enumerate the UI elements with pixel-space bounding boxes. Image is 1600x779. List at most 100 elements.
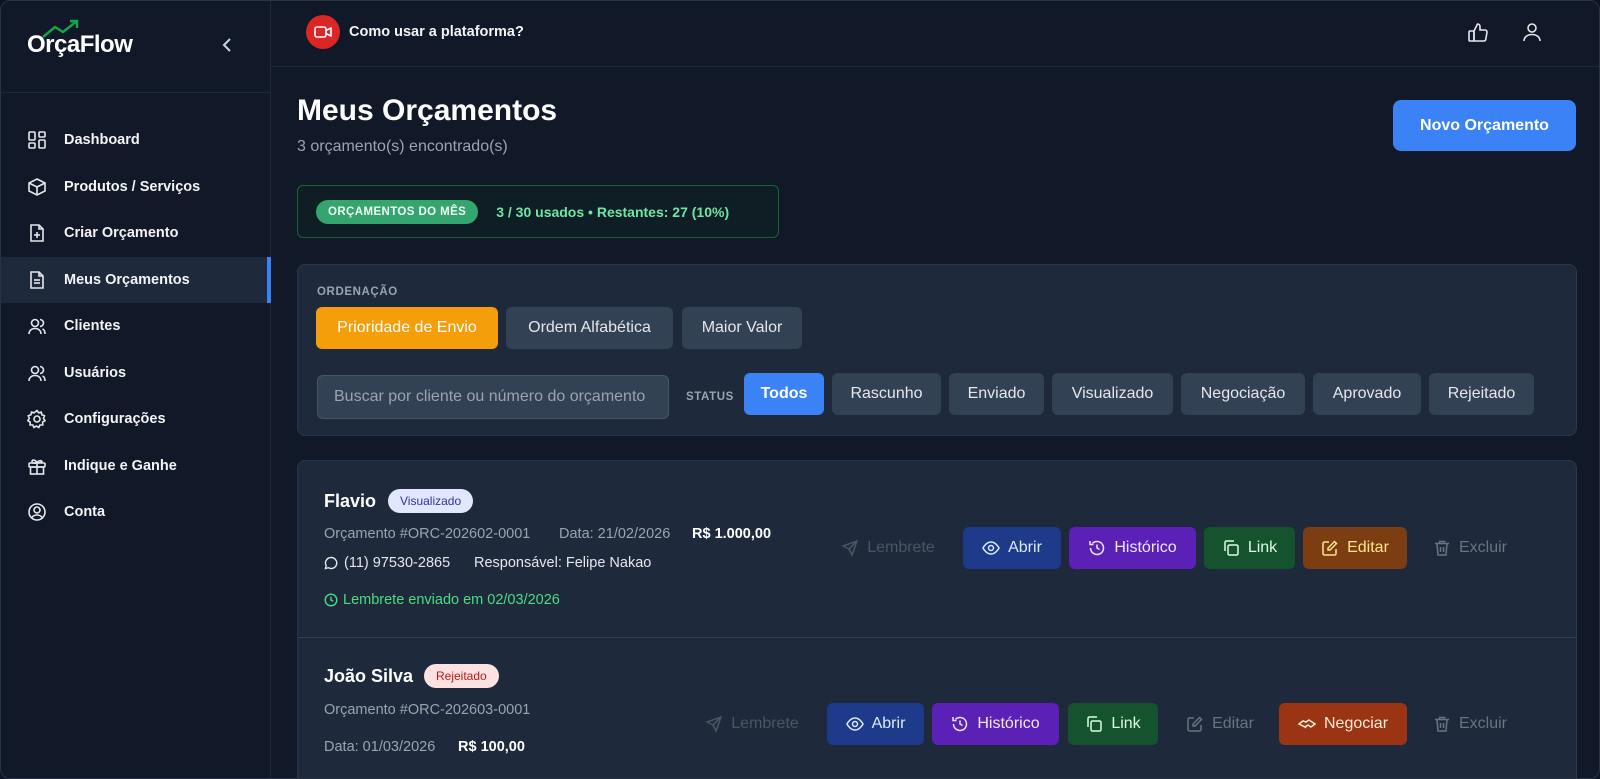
main-content: Meus Orçamentos 3 orçamento(s) encontrad… [271,67,1599,778]
delete-label: Excluir [1458,539,1507,556]
open-label: Abrir [1008,539,1042,556]
status-filter-enviado[interactable]: Enviado [949,373,1044,415]
send-icon [705,715,723,733]
file-text-icon [27,270,47,290]
video-tutorial-button[interactable] [306,15,340,49]
users-icon [27,316,47,336]
eye-icon [845,717,864,731]
status-filter-rascunho[interactable]: Rascunho [832,373,941,415]
sort-alphabetical-button[interactable]: Ordem Alfabética [506,307,673,349]
message-circle-icon [324,556,338,570]
negotiate-label: Negociar [1323,715,1389,732]
page-title: Meus Orçamentos [297,94,558,127]
edit-label: Editar [1347,539,1389,556]
edit-icon [1187,716,1203,732]
sort-label: ORDENAÇÃO [317,286,398,298]
sidebar-item-label: Meus Orçamentos [64,271,190,288]
sidebar-item-label: Configurações [64,411,166,428]
sidebar-item-configuracoes[interactable]: Configurações [1,396,271,443]
client-name[interactable]: João Silva [324,666,413,687]
status-filter-visualizado[interactable]: Visualizado [1052,373,1173,415]
video-camera-icon [314,26,332,38]
reminder-sent-info: Lembrete enviado em 02/03/2026 [324,592,560,608]
status-filter-negociacao[interactable]: Negociação [1181,373,1305,415]
sort-priority-button[interactable]: Prioridade de Envio [316,307,498,349]
handshake-icon [1297,719,1316,729]
sidebar-item-usuarios[interactable]: Usuários [1,350,271,397]
sidebar-item-conta[interactable]: Conta [1,489,271,536]
reminder-label: Lembrete [731,715,799,732]
status-label: STATUS [686,391,734,403]
open-button[interactable]: Abrir [827,703,924,745]
send-icon [841,539,859,557]
results-count: 3 orçamento(s) encontrado(s) [297,138,508,155]
brand: OrçaFlow [1,1,270,93]
status-filter-todos[interactable]: Todos [744,373,824,415]
sidebar-item-indique[interactable]: Indique e Ganhe [1,443,271,490]
reminder-button[interactable]: Lembrete [692,703,812,745]
history-button[interactable]: Histórico [1069,527,1196,569]
status-filter-aprovado[interactable]: Aprovado [1313,373,1421,415]
user-icon[interactable] [1521,21,1543,43]
sidebar-item-produtos[interactable]: Produtos / Serviços [1,164,271,211]
logo[interactable]: OrçaFlow [27,31,133,59]
trash-icon [1434,716,1449,732]
new-quote-button[interactable]: Novo Orçamento [1393,100,1576,151]
status-badge: Rejeitado [424,664,499,688]
quota-badge: ORÇAMENTOS DO MÊS [316,199,479,224]
delete-label: Excluir [1458,715,1507,732]
quote-card: João Silva Rejeitado Orçamento #ORC-2026… [298,637,1576,778]
sort-highest-value-button[interactable]: Maior Valor [682,307,802,349]
sidebar-item-meus-orcamentos[interactable]: Meus Orçamentos [1,256,271,303]
sidebar: OrçaFlow Dashboard Produtos / Serviços C… [1,1,271,778]
chevron-left-icon[interactable] [219,35,235,55]
history-label: Histórico [1114,539,1177,556]
edit-button[interactable]: Editar [1303,527,1407,569]
edit-label: Editar [1212,715,1254,732]
quote-number: Orçamento #ORC-202603-0001 [324,702,531,718]
history-icon [952,716,968,732]
reminder-label: Lembrete [867,539,935,556]
trash-icon [1434,540,1449,556]
quote-value: R$ 100,00 [458,739,525,755]
quotes-list: Flavio Visualizado Orçamento #ORC-202602… [297,460,1577,778]
topbar: Como usar a plataforma? [271,1,1599,67]
help-link[interactable]: Como usar a plataforma? [349,24,524,40]
reminder-button[interactable]: Lembrete [828,527,948,569]
file-plus-icon [27,223,47,243]
edit-icon [1322,540,1338,556]
negotiate-button[interactable]: Negociar [1279,703,1407,745]
edit-button[interactable]: Editar [1173,703,1267,745]
link-button[interactable]: Link [1068,703,1158,745]
clock-icon [324,593,338,607]
sidebar-item-clientes[interactable]: Clientes [1,303,271,350]
delete-button[interactable]: Excluir [1422,527,1518,569]
client-phone[interactable]: (11) 97530-2865 [344,555,450,571]
box-icon [27,177,47,197]
link-label: Link [1111,715,1141,732]
quote-date: Data: 01/03/2026 [324,739,436,755]
link-button[interactable]: Link [1204,527,1295,569]
sidebar-item-label: Clientes [64,318,121,335]
status-badge: Visualizado [388,489,474,513]
delete-button[interactable]: Excluir [1422,703,1518,745]
quote-card: Flavio Visualizado Orçamento #ORC-202602… [298,461,1576,637]
eye-icon [982,541,1000,555]
thumbs-up-icon[interactable] [1467,21,1489,43]
search-input[interactable] [317,375,669,419]
gift-icon [27,456,47,476]
monthly-quota-banner: ORÇAMENTOS DO MÊS 3 / 30 usados • Restan… [297,185,779,238]
filters-panel: ORDENAÇÃO Prioridade de Envio Ordem Alfa… [297,264,1577,436]
client-name[interactable]: Flavio [324,491,376,512]
status-filter-rejeitado[interactable]: Rejeitado [1429,373,1534,415]
open-button[interactable]: Abrir [963,527,1061,569]
sidebar-item-dashboard[interactable]: Dashboard [1,117,271,164]
responsible: Responsável: Felipe Nakao [474,555,652,571]
sidebar-item-label: Dashboard [64,132,140,149]
copy-icon [1087,716,1103,732]
app-window: OrçaFlow Dashboard Produtos / Serviços C… [0,0,1600,779]
sidebar-item-criar-orcamento[interactable]: Criar Orçamento [1,210,271,257]
history-button[interactable]: Histórico [932,703,1059,745]
quote-date: Data: 21/02/2026 [559,526,671,542]
dashboard-icon [27,130,47,150]
